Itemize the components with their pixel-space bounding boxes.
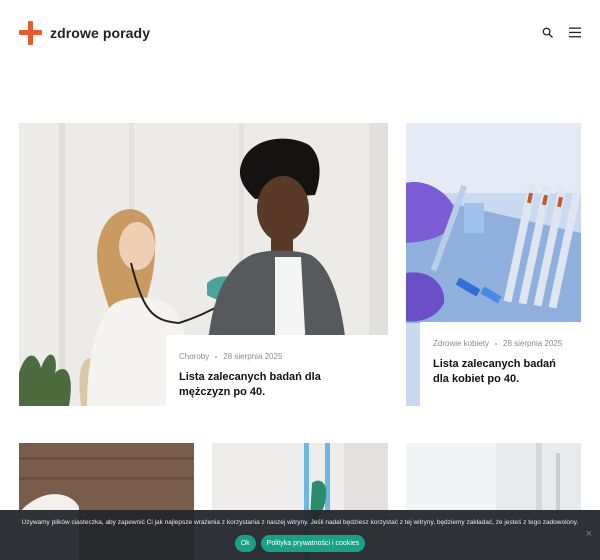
meta-separator — [215, 355, 218, 358]
site-header: zdrowe porady — [0, 0, 600, 66]
logo-text: zdrowe porady — [50, 25, 151, 41]
site-logo[interactable]: zdrowe porady — [19, 21, 150, 45]
privacy-policy-button[interactable]: Polityka prywatności i cookies — [260, 535, 366, 552]
accept-cookies-button[interactable]: Ok — [234, 535, 256, 552]
category-link[interactable]: Choroby — [179, 352, 209, 361]
article-meta: Zdrowie kobiety 28 sierpnia 2025 — [433, 339, 568, 348]
cookie-actions: Ok Polityka prywatności i cookies — [0, 535, 600, 552]
article-meta: Choroby 28 sierpnia 2025 — [179, 352, 375, 361]
card-text-panel: Zdrowie kobiety 28 sierpnia 2025 Lista z… — [420, 322, 581, 406]
category-link[interactable]: Zdrowie kobiety — [433, 339, 489, 348]
medical-cross-icon — [19, 21, 42, 45]
search-icon[interactable] — [540, 25, 554, 39]
publish-date: 28 sierpnia 2025 — [223, 352, 283, 361]
article-title-link[interactable]: Lista zalecanych badań dla mężczyzn po 4… — [179, 370, 375, 400]
cookie-consent-bar: Używamy plików ciasteczka, aby zapewnić … — [0, 510, 600, 560]
header-actions — [540, 25, 582, 39]
article-card-featured[interactable]: Choroby 28 sierpnia 2025 Lista zalecanyc… — [19, 123, 388, 406]
close-icon[interactable]: × — [586, 528, 592, 540]
article-card[interactable]: Zdrowie kobiety 28 sierpnia 2025 Lista z… — [406, 123, 581, 406]
menu-icon[interactable] — [568, 25, 582, 39]
publish-date: 28 sierpnia 2025 — [503, 339, 563, 348]
cookie-message: Używamy plików ciasteczka, aby zapewnić … — [21, 519, 579, 526]
card-text-panel: Choroby 28 sierpnia 2025 Lista zalecanyc… — [166, 335, 388, 406]
article-title-link[interactable]: Lista zalecanych badań dla kobiet po 40. — [433, 357, 568, 387]
meta-separator — [495, 342, 498, 345]
